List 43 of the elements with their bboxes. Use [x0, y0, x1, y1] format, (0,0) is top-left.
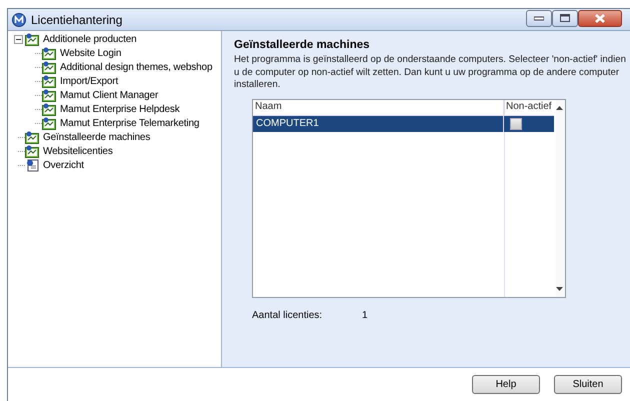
column-header: Naam: [253, 100, 504, 114]
product-icon: [25, 144, 39, 158]
tree-item[interactable]: Mamut Client Manager: [59, 90, 160, 100]
dialog-button[interactable]: Help: [472, 375, 540, 394]
maximize-icon: [560, 14, 570, 22]
product-icon: [42, 88, 56, 102]
collapse-icon[interactable]: [14, 34, 22, 44]
tree-item[interactable]: Geïnstalleerde machines: [42, 132, 152, 142]
maximize-button[interactable]: [552, 10, 578, 26]
minimize-button[interactable]: [526, 10, 552, 26]
checkbox[interactable]: [510, 118, 522, 130]
license-count-label: Aantal licenties:: [252, 310, 324, 320]
tree-item[interactable]: Mamut Enterprise Telemarketing: [59, 118, 200, 128]
tree-item[interactable]: Import/Export: [59, 76, 120, 86]
product-icon: [42, 116, 56, 130]
scroll-down-icon[interactable]: [556, 286, 563, 290]
table-row[interactable]: COMPUTER1: [253, 116, 554, 132]
scroll-up-icon[interactable]: [556, 106, 563, 110]
description-text: Het programma is geïnstalleerd op de onderstaande computers. Selecteer 'non-actief' indien u de computer op non-actief wilt zetten. Dan kunt u uw programma op de andere computer installeren.: [234, 54, 626, 92]
tree-item[interactable]: Websitelicenties: [42, 146, 114, 156]
scroll-bar[interactable]: [554, 100, 565, 296]
close-button[interactable]: [578, 10, 622, 26]
tree-item[interactable]: Website Login: [59, 48, 122, 58]
minimize-icon: [534, 15, 544, 21]
column-header: Non-actief: [505, 100, 553, 114]
product-icon: [42, 46, 56, 60]
dialog-button[interactable]: Sluiten: [554, 375, 622, 394]
section-heading: Geïnstalleerde machines: [234, 39, 371, 51]
window-title: Licentiehantering: [31, 12, 124, 26]
tree-item[interactable]: Overzicht: [42, 160, 85, 170]
product-icon: [25, 32, 39, 46]
product-icon: [25, 130, 39, 144]
tree-item[interactable]: Additionele producten: [42, 34, 138, 44]
product-icon: [42, 102, 56, 116]
table-cell: COMPUTER1: [253, 116, 504, 132]
tree-item[interactable]: Additional design themes, webshop: [59, 62, 214, 72]
document-icon: [25, 158, 39, 172]
app-logo-icon: [12, 12, 26, 26]
product-icon: [42, 74, 56, 88]
close-icon: [594, 14, 606, 22]
license-count-value: 1: [362, 310, 368, 320]
product-icon: [42, 60, 56, 74]
tree-item[interactable]: Mamut Enterprise Helpdesk: [59, 104, 181, 114]
